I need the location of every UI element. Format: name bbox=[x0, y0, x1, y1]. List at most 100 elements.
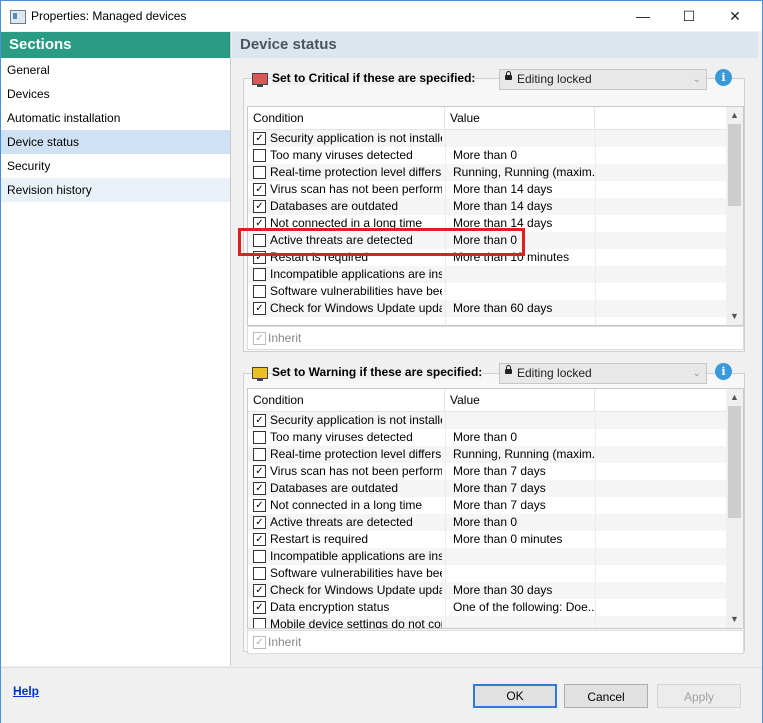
table-row[interactable]: Too many viruses detected More than 0 bbox=[248, 429, 743, 446]
critical-inherit[interactable]: ✓ Inherit bbox=[247, 326, 744, 350]
checkbox-icon[interactable]: ✓ bbox=[253, 584, 266, 597]
value-cell: Running, Running (maxim... bbox=[453, 447, 595, 461]
checkbox-icon[interactable] bbox=[253, 550, 266, 563]
table-row[interactable]: ✓ Active threats are detected More than 0 bbox=[248, 514, 743, 531]
table-row[interactable]: Too many viruses detected More than 0 bbox=[248, 147, 743, 164]
column-value[interactable]: Value bbox=[445, 107, 595, 129]
table-row[interactable]: ✓ Check for Windows Update updat... More t… bbox=[248, 582, 743, 599]
checkbox-icon[interactable] bbox=[253, 618, 266, 628]
critical-conditions-table: Condition Value ✓ Security application is… bbox=[247, 106, 744, 326]
table-row[interactable]: Incompatible applications are inst... bbox=[248, 266, 743, 283]
scroll-down-icon[interactable]: ▼ bbox=[726, 611, 743, 628]
apply-button[interactable]: Apply bbox=[657, 684, 741, 708]
warning-monitor-icon bbox=[252, 367, 268, 381]
properties-window: Properties: Managed devices — ☐ ✕ Sectio… bbox=[0, 0, 763, 723]
checkbox-icon[interactable]: ✓ bbox=[253, 601, 266, 614]
table-row[interactable]: ✓ Virus scan has not been performe... More… bbox=[248, 181, 743, 198]
maximize-button[interactable]: ☐ bbox=[666, 1, 712, 31]
table-rows: ✓ Security application is not installed To… bbox=[248, 412, 743, 628]
checkbox-icon[interactable]: ✓ bbox=[253, 302, 266, 315]
scroll-thumb[interactable] bbox=[728, 406, 741, 518]
checkbox-icon[interactable] bbox=[253, 166, 266, 179]
critical-monitor-icon bbox=[252, 73, 268, 87]
checkbox-icon[interactable] bbox=[253, 149, 266, 162]
condition-cell: Incompatible applications are inst... bbox=[270, 549, 442, 563]
vertical-scrollbar[interactable]: ▲ ▼ bbox=[726, 389, 743, 628]
table-row[interactable]: ✓ Data encryption status One of the follow… bbox=[248, 599, 743, 616]
table-row[interactable]: ✓ Restart is required More than 0 minutes bbox=[248, 531, 743, 548]
condition-cell: Too many viruses detected bbox=[270, 148, 413, 162]
sidebar-item-security[interactable]: Security bbox=[1, 154, 230, 178]
table-header: Condition Value bbox=[248, 389, 743, 412]
warning-inherit[interactable]: ✓ Inherit bbox=[247, 630, 744, 654]
checkbox-icon[interactable]: ✓ bbox=[253, 465, 266, 478]
condition-cell: Check for Windows Update updat... bbox=[270, 301, 442, 315]
critical-group: Condition Value ✓ Security application is… bbox=[243, 78, 745, 352]
checkbox-icon[interactable] bbox=[253, 448, 266, 461]
cancel-button[interactable]: Cancel bbox=[564, 684, 648, 708]
critical-group-header: Set to Critical if these are specified: … bbox=[252, 69, 752, 91]
table-row[interactable]: ✓ Security application is not installed bbox=[248, 412, 743, 429]
sidebar-item-devices[interactable]: Devices bbox=[1, 82, 230, 106]
column-divider bbox=[445, 411, 446, 628]
checkbox-icon[interactable]: ✓ bbox=[253, 332, 266, 345]
checkbox-icon[interactable]: ✓ bbox=[253, 183, 266, 196]
column-value[interactable]: Value bbox=[445, 389, 595, 411]
checkbox-icon[interactable] bbox=[253, 268, 266, 281]
condition-cell: Virus scan has not been performe... bbox=[270, 464, 442, 478]
table-row[interactable]: ✓ Databases are outdated More than 7 days bbox=[248, 480, 743, 497]
checkbox-icon[interactable]: ✓ bbox=[253, 200, 266, 213]
checkbox-icon[interactable]: ✓ bbox=[253, 482, 266, 495]
table-row[interactable]: ✓ Databases are outdated More than 14 days bbox=[248, 198, 743, 215]
lock-icon bbox=[505, 71, 512, 80]
minimize-button[interactable]: — bbox=[620, 1, 666, 31]
sidebar-item-automatic-installation[interactable]: Automatic installation bbox=[1, 106, 230, 130]
table-row[interactable]: Software vulnerabilities have bee... bbox=[248, 565, 743, 582]
table-row[interactable]: Real-time protection level differs ... Ru… bbox=[248, 164, 743, 181]
column-condition[interactable]: Condition bbox=[248, 107, 445, 129]
critical-lock-dropdown[interactable]: Editing locked ⌄ bbox=[499, 69, 707, 90]
value-cell: More than 0 minutes bbox=[453, 532, 563, 546]
checkbox-icon[interactable] bbox=[253, 567, 266, 580]
scroll-thumb[interactable] bbox=[728, 124, 741, 206]
close-button[interactable]: ✕ bbox=[712, 1, 758, 31]
checkbox-icon[interactable]: ✓ bbox=[253, 533, 266, 546]
scroll-up-icon[interactable]: ▲ bbox=[726, 389, 743, 406]
sidebar-item-device-status[interactable]: Device status bbox=[1, 130, 230, 154]
info-icon[interactable]: i bbox=[715, 69, 732, 86]
value-cell: Running, Running (maxim... bbox=[453, 165, 595, 179]
scroll-up-icon[interactable]: ▲ bbox=[726, 107, 743, 124]
table-row[interactable]: Software vulnerabilities have bee... bbox=[248, 283, 743, 300]
checkbox-icon[interactable]: ✓ bbox=[253, 499, 266, 512]
table-row[interactable]: Incompatible applications are inst... bbox=[248, 548, 743, 565]
table-row[interactable]: ✓ Virus scan has not been performe... More… bbox=[248, 463, 743, 480]
warning-lock-dropdown[interactable]: Editing locked ⌄ bbox=[499, 363, 707, 384]
column-divider bbox=[595, 129, 596, 325]
ok-button[interactable]: OK bbox=[473, 684, 557, 708]
checkbox-icon[interactable]: ✓ bbox=[253, 414, 266, 427]
checkbox-icon[interactable]: ✓ bbox=[253, 132, 266, 145]
sidebar-item-general[interactable]: General bbox=[1, 58, 230, 82]
vertical-scrollbar[interactable]: ▲ ▼ bbox=[726, 107, 743, 325]
condition-cell: Check for Windows Update updat... bbox=[270, 583, 442, 597]
table-row[interactable]: Real-time protection level differs ... Ru… bbox=[248, 446, 743, 463]
condition-cell: Data encryption status bbox=[270, 600, 390, 614]
condition-cell: Databases are outdated bbox=[270, 199, 399, 213]
inherit-label: Inherit bbox=[268, 331, 302, 345]
info-icon[interactable]: i bbox=[715, 363, 732, 380]
sidebar-item-revision-history[interactable]: Revision history bbox=[1, 178, 230, 202]
condition-cell: Active threats are detected bbox=[270, 515, 413, 529]
scroll-down-icon[interactable]: ▼ bbox=[726, 308, 743, 325]
column-condition[interactable]: Condition bbox=[248, 389, 445, 411]
checkbox-icon[interactable] bbox=[253, 431, 266, 444]
checkbox-icon[interactable] bbox=[253, 285, 266, 298]
table-row[interactable]: Mobile device settings do not com... bbox=[248, 616, 743, 628]
table-row[interactable]: ✓ Security application is not installed bbox=[248, 130, 743, 147]
sections-sidebar: Sections General Devices Automatic insta… bbox=[1, 32, 231, 666]
help-link[interactable]: Help bbox=[13, 684, 39, 698]
table-row[interactable]: ✓ Not connected in a long time More than 7… bbox=[248, 497, 743, 514]
table-row[interactable]: ✓ Check for Windows Update updat... More t… bbox=[248, 300, 743, 317]
inherit-label: Inherit bbox=[268, 635, 302, 649]
checkbox-icon[interactable]: ✓ bbox=[253, 636, 266, 649]
checkbox-icon[interactable]: ✓ bbox=[253, 516, 266, 529]
